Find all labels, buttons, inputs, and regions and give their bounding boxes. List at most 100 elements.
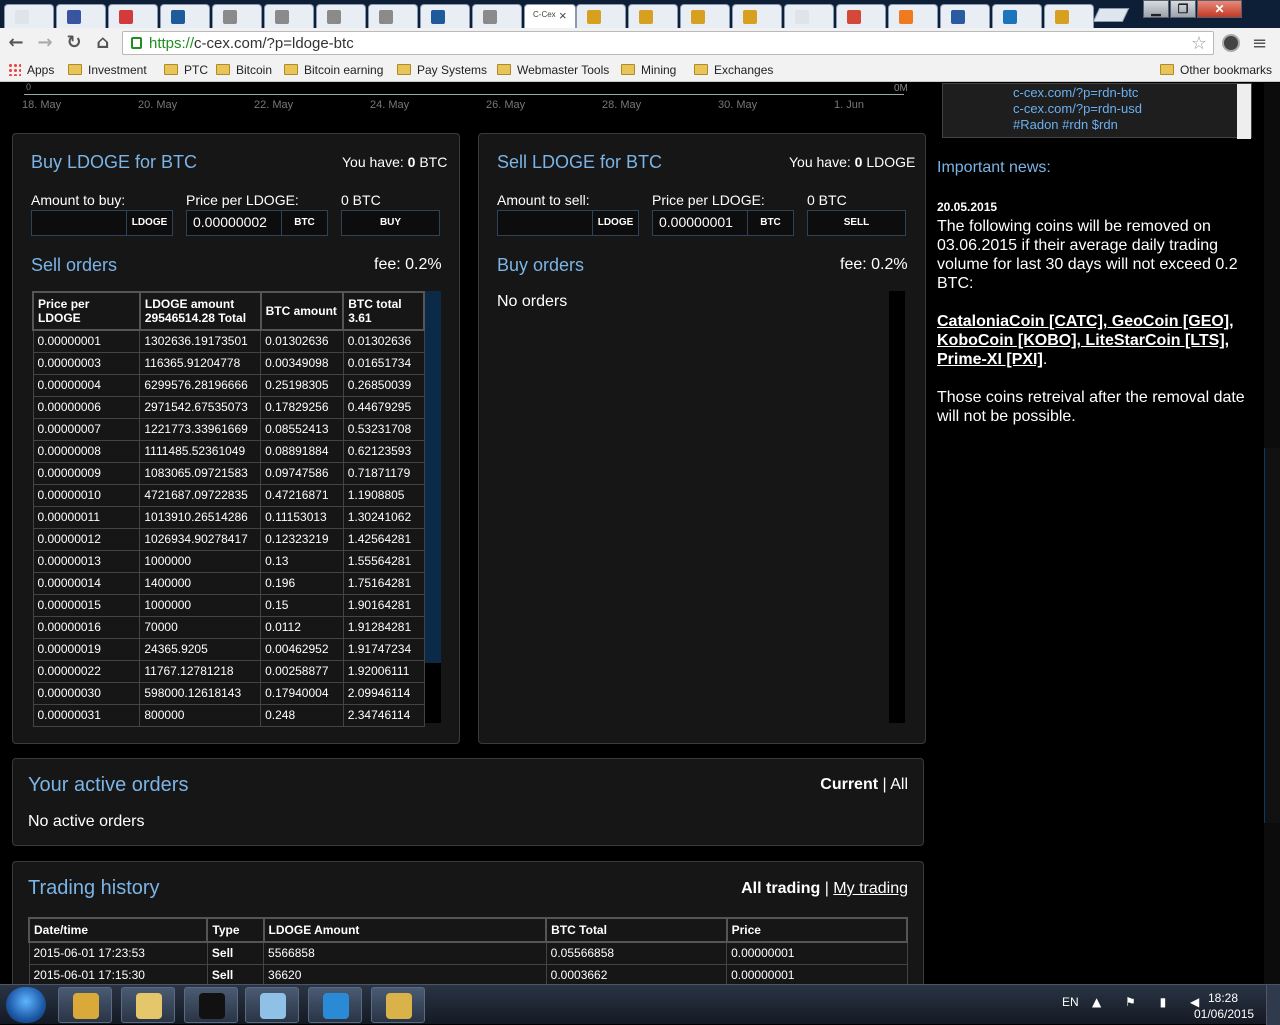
reload-icon[interactable]: ↻ — [63, 32, 85, 54]
table-row[interactable]: 0.00000010 4721687.09722835 0.47216871 1.19… — [32, 483, 425, 507]
taskbar-app[interactable] — [58, 987, 112, 1023]
bookmark-item[interactable]: PTC — [164, 63, 208, 77]
other-bookmarks[interactable]: Other bookmarks — [1160, 63, 1272, 77]
promo-scrollbar[interactable] — [1237, 84, 1251, 139]
buy-price-input[interactable]: 0.00000002 — [186, 210, 282, 236]
column-header[interactable]: Price per LDOGE — [32, 291, 141, 331]
column-header[interactable]: Date/time — [27, 917, 209, 943]
taskbar-app[interactable] — [308, 987, 362, 1023]
table-row[interactable]: 0.00000013 1000000 0.13 1.55564281 — [32, 549, 425, 573]
bookmark-item[interactable]: Investment — [68, 63, 147, 77]
table-row[interactable]: 0.00000016 70000 0.0112 1.91284281 — [32, 615, 425, 639]
taskbar-app[interactable] — [121, 987, 175, 1023]
table-row[interactable]: 0.00000008 1111485.52361049 0.08891884 0.62… — [32, 439, 425, 463]
extension-icon[interactable] — [1222, 34, 1240, 52]
minimize-button[interactable]: ▁ — [1143, 0, 1169, 18]
bookmark-item[interactable]: Bitcoin — [216, 63, 272, 77]
language-indicator[interactable]: EN — [1062, 995, 1079, 1009]
table-row[interactable]: 0.00000019 24365.9205 0.00462952 1.91747234 — [32, 637, 425, 661]
table-row[interactable]: 0.00000009 1083065.09721583 0.09747586 0.71… — [32, 461, 425, 485]
table-row[interactable]: 0.00000001 1302636.19173501 0.01302636 0.01… — [32, 329, 425, 353]
bookmark-item[interactable]: Mining — [621, 63, 676, 77]
column-header[interactable]: Price — [725, 917, 909, 943]
browser-tab[interactable] — [628, 4, 678, 28]
table-row[interactable]: 0.00000003 116365.91204778 0.00349098 0.016… — [32, 351, 425, 375]
show-desktop-button[interactable] — [1266, 985, 1280, 1025]
url-text[interactable]: https://c-cex.com/?p=ldoge-btc — [149, 35, 354, 52]
table-row[interactable]: 0.00000011 1013910.26514286 0.11153013 1.30… — [32, 505, 425, 529]
menu-icon[interactable]: ≡ — [1252, 33, 1267, 54]
browser-tab[interactable] — [472, 4, 522, 28]
table-row[interactable]: 2015-06-01 17:15:30 Sell 36620 0.0003662 0.0… — [28, 963, 908, 984]
restore-button[interactable]: ❐ — [1170, 0, 1196, 18]
browser-tab[interactable] — [940, 4, 990, 28]
bookmark-item[interactable]: Webmaster Tools — [497, 63, 609, 77]
filter-current[interactable]: Current — [820, 776, 878, 793]
back-icon[interactable]: ← — [5, 32, 27, 54]
news-coin-list[interactable]: CataloniaCoin [CATC], GeoCoin [GEO], Kob… — [937, 313, 1234, 368]
browser-tab[interactable] — [368, 4, 418, 28]
table-row[interactable]: 2015-06-01 17:23:53 Sell 5566858 0.05566858… — [28, 941, 908, 965]
browser-tab[interactable] — [732, 4, 782, 28]
clock-time[interactable]: 18:28 — [1208, 991, 1238, 1005]
column-header[interactable]: Type — [206, 917, 265, 943]
table-row[interactable]: 0.00000004 6299576.28196666 0.25198305 0.26… — [32, 373, 425, 397]
sell-amount-input[interactable] — [497, 210, 593, 236]
taskbar-app[interactable] — [371, 987, 425, 1023]
filter-my-trading[interactable]: My trading — [833, 880, 908, 897]
buy-amount-input[interactable] — [31, 210, 127, 236]
browser-tab[interactable] — [836, 4, 886, 28]
filter-all-trading[interactable]: All trading — [741, 880, 820, 897]
browser-tab[interactable] — [420, 4, 470, 28]
forward-icon[interactable]: → — [34, 32, 56, 54]
promo-hashtags[interactable]: #Radon #rdn $rdn — [1013, 117, 1118, 132]
browser-tab[interactable]: C-Cex × — [524, 4, 576, 28]
buy-button[interactable]: BUY — [341, 210, 440, 236]
browser-tab[interactable] — [992, 4, 1042, 28]
table-row[interactable]: 0.00000030 598000.12618143 0.17940004 2.099… — [32, 681, 425, 705]
browser-tab[interactable] — [160, 4, 210, 28]
browser-tab[interactable] — [680, 4, 730, 28]
table-row[interactable]: 0.00000014 1400000 0.196 1.75164281 — [32, 571, 425, 595]
browser-tab[interactable] — [316, 4, 366, 28]
table-row[interactable]: 0.00000015 1000000 0.15 1.90164281 — [32, 593, 425, 617]
bookmark-star-icon[interactable]: ☆ — [1191, 33, 1207, 54]
sell-price-input[interactable]: 0.00000001 — [652, 210, 748, 236]
column-header[interactable]: BTC amount — [259, 291, 345, 331]
sell-orders-scrollbar[interactable] — [425, 291, 441, 723]
column-header[interactable]: LDOGE amount 29546514.28 Total — [138, 291, 262, 331]
bookmark-item[interactable]: Apps — [8, 63, 54, 77]
address-bar[interactable]: https://c-cex.com/?p=ldoge-btc ☆ — [122, 31, 1214, 55]
browser-tab[interactable] — [4, 4, 54, 28]
close-window-button[interactable]: ✕ — [1197, 0, 1242, 18]
taskbar-app[interactable] — [184, 987, 238, 1023]
browser-tab[interactable] — [264, 4, 314, 28]
browser-tab[interactable] — [576, 4, 626, 28]
filter-all[interactable]: All — [890, 776, 908, 793]
buy-orders-scrollbar[interactable] — [889, 291, 905, 723]
table-row[interactable]: 0.00000007 1221773.33961669 0.08552413 0.53… — [32, 417, 425, 441]
tab-close-icon[interactable]: × — [559, 8, 567, 23]
sell-button[interactable]: SELL — [807, 210, 906, 236]
clock-date[interactable]: 01/06/2015 — [1194, 1007, 1254, 1021]
taskbar-app[interactable] — [245, 987, 299, 1023]
promo-link-rdn-usd[interactable]: c-cex.com/?p=rdn-usd — [1013, 101, 1142, 116]
page-scrollbar-thumb[interactable] — [1264, 448, 1280, 823]
table-row[interactable]: 0.00000022 11767.12781218 0.00258877 1.9200… — [32, 659, 425, 683]
bookmark-item[interactable]: Bitcoin earning — [284, 63, 383, 77]
bookmark-item[interactable]: Pay Systems — [397, 63, 487, 77]
table-row[interactable]: 0.00000012 1026934.90278417 0.12323219 1.42… — [32, 527, 425, 551]
browser-tab[interactable] — [784, 4, 834, 28]
browser-tab[interactable] — [56, 4, 106, 28]
table-row[interactable]: 0.00000006 2971542.67535073 0.17829256 0.44… — [32, 395, 425, 419]
table-row[interactable]: 0.00000031 800000 0.248 2.34746114 — [32, 703, 425, 727]
column-header[interactable]: LDOGE Amount — [262, 917, 548, 943]
column-header[interactable]: BTC Total — [545, 917, 728, 943]
start-button[interactable] — [6, 987, 46, 1023]
bookmark-item[interactable]: Exchanges — [694, 63, 773, 77]
browser-tab[interactable] — [212, 4, 262, 28]
page-scrollbar[interactable] — [1264, 83, 1280, 984]
promo-link-rdn-btc[interactable]: c-cex.com/?p=rdn-btc — [1013, 85, 1138, 100]
browser-tab[interactable] — [108, 4, 158, 28]
new-tab-button[interactable] — [1092, 8, 1130, 22]
